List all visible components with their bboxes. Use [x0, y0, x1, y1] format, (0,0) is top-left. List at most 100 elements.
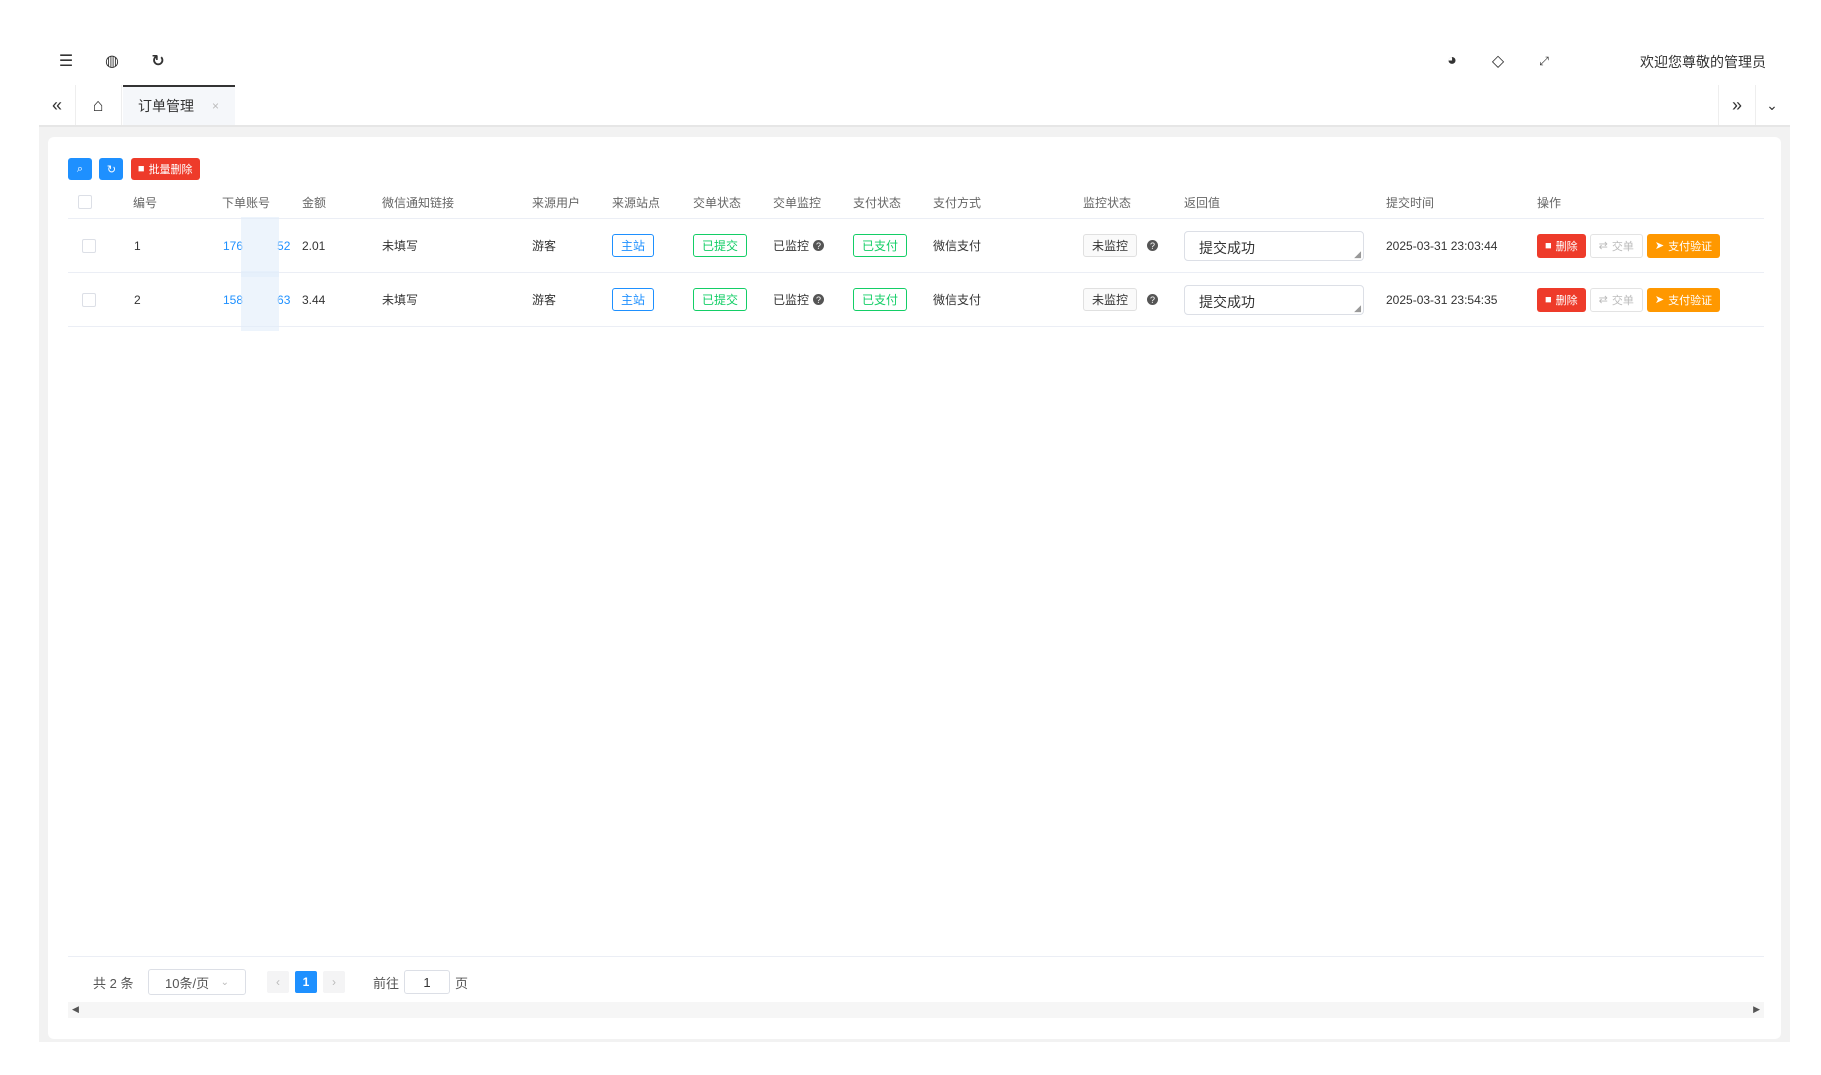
monitor-status: 未监控? [1083, 273, 1159, 326]
row-actions: ■ 删除 ⇄ 交单 ➤ 支付验证 [1537, 219, 1724, 272]
trash-icon: ■ [1545, 239, 1552, 252]
account-suffix: 52 [277, 238, 291, 253]
source-user: 游客 [532, 239, 557, 253]
redaction-overlay [241, 271, 279, 331]
col-monitor-status: 监控状态 [1083, 195, 1132, 210]
batch-delete-button[interactable]: ■ 批量删除 [130, 158, 200, 180]
wechat-link: 未填写 [382, 239, 419, 253]
source-site-tag: 主站 [612, 273, 655, 326]
scroll-left-arrow-icon[interactable]: ◀ [72, 1004, 79, 1015]
help-icon[interactable]: ? [813, 294, 825, 305]
submit-status-tag: 已提交 [693, 219, 748, 272]
welcome-text[interactable]: 欢迎您尊敬的管理员 [1640, 52, 1766, 72]
submit-time: 2025-03-31 23:03:44 [1386, 238, 1498, 253]
prev-page-button[interactable]: ‹ [267, 957, 289, 1007]
table-header: 编号 下单账号 金额 微信通知链接 来源用户 来源站点 交单状态 交单监控 支付… [68, 186, 1764, 219]
order-id: 1 [134, 238, 141, 253]
source-site-tag: 主站 [612, 219, 655, 272]
next-page-button[interactable]: › [323, 957, 345, 1007]
order-id: 2 [134, 292, 141, 307]
refresh-icon: ↻ [106, 163, 117, 176]
col-source-site: 来源站点 [612, 195, 661, 210]
pagination: 共 2 条 10条/页 ⌄ ‹ 1 › 前往 1 页 [68, 956, 1764, 1007]
top-header: ☰ ◍ ↻ ◕ ◇ ⤢ 欢迎您尊敬的管理员 [39, 35, 1790, 86]
goto-page-input[interactable]: 1 [404, 970, 451, 994]
page-size-select[interactable]: 10条/页 ⌄ [148, 957, 246, 1007]
monitor-status: 未监控? [1083, 219, 1159, 272]
verify-payment-button[interactable]: ➤ 支付验证 [1646, 233, 1721, 258]
reset-button[interactable]: ↻ [99, 158, 124, 180]
col-submit-time: 提交时间 [1386, 195, 1435, 210]
col-return-value: 返回值 [1184, 195, 1221, 210]
goto-page: 前往 1 页 [373, 957, 468, 1007]
send-icon: ➤ [1654, 240, 1665, 252]
row-checkbox[interactable] [82, 273, 96, 326]
delete-button[interactable]: ■ 删除 [1537, 233, 1586, 258]
chevron-down-icon[interactable]: ⌄ [1754, 85, 1790, 125]
submit-time: 2025-03-31 23:54:35 [1386, 292, 1498, 307]
order-amount: 3.44 [302, 292, 326, 307]
refresh-icon[interactable]: ↻ [148, 51, 168, 71]
submit-status-tag: 已提交 [693, 273, 748, 326]
fullscreen-icon[interactable]: ⤢ [1534, 51, 1554, 71]
chevron-right-icon: › [323, 971, 345, 993]
return-value-field[interactable]: 提交成功 ◢ [1184, 219, 1364, 272]
search-button[interactable]: ⌕ [68, 158, 92, 180]
row-actions: ■ 删除 ⇄ 交单 ➤ 支付验证 [1537, 273, 1724, 326]
tab-bar: « ⌂ 订单管理 × » ⌄ [39, 85, 1790, 127]
order-account[interactable]: 176 52 [223, 217, 293, 277]
chevron-down-icon: ⌄ [220, 976, 229, 988]
col-wechat-link: 微信通知链接 [382, 195, 455, 210]
pay-method: 微信支付 [933, 239, 982, 253]
search-icon: ⌕ [76, 162, 84, 175]
scroll-left-icon[interactable]: « [39, 85, 76, 125]
tag-icon[interactable]: ◇ [1488, 51, 1508, 71]
help-icon[interactable]: ? [1147, 294, 1159, 305]
submit-monitor: 已监控? [773, 219, 825, 272]
scroll-right-icon[interactable]: » [1718, 85, 1756, 125]
send-icon: ➤ [1654, 294, 1665, 306]
tab-order-management[interactable]: 订单管理 × [123, 85, 235, 125]
verify-payment-button[interactable]: ➤ 支付验证 [1646, 287, 1721, 312]
col-submit-status: 交单状态 [693, 195, 742, 210]
table-row: 1 176 52 2.01 未填写 游客 主站 已提交 已监控? 已支付 微信支… [68, 217, 1764, 277]
col-source-user: 来源用户 [532, 195, 581, 210]
col-pay-status: 支付状态 [853, 195, 902, 210]
switch-icon: ⇄ [1598, 294, 1608, 306]
help-icon[interactable]: ? [813, 240, 825, 251]
col-id: 编号 [133, 195, 158, 210]
delete-button[interactable]: ■ 删除 [1537, 287, 1586, 312]
select-all-checkbox[interactable] [78, 186, 92, 218]
page-number[interactable]: 1 [295, 957, 317, 1007]
switch-icon: ⇄ [1598, 240, 1608, 252]
horizontal-scrollbar[interactable]: ◀ ▶ [68, 1002, 1764, 1018]
submit-order-button[interactable]: ⇄ 交单 [1589, 287, 1643, 312]
order-account[interactable]: 158 63 [223, 271, 293, 331]
chevron-left-icon: ‹ [267, 971, 289, 993]
menu-fold-icon[interactable]: ☰ [56, 51, 76, 71]
col-amount: 金额 [302, 195, 327, 210]
scroll-right-arrow-icon[interactable]: ▶ [1753, 1004, 1760, 1015]
order-amount: 2.01 [302, 238, 326, 253]
home-icon[interactable]: ⌂ [75, 85, 122, 125]
source-user: 游客 [532, 293, 557, 307]
redaction-overlay [241, 217, 279, 277]
pay-method: 微信支付 [933, 293, 982, 307]
return-value-field[interactable]: 提交成功 ◢ [1184, 273, 1364, 326]
help-icon[interactable]: ? [1147, 240, 1159, 251]
pay-status-tag: 已支付 [853, 273, 908, 326]
account-suffix: 63 [277, 292, 291, 307]
col-actions: 操作 [1537, 195, 1562, 210]
goto-prefix: 前往 [373, 975, 400, 991]
col-pay-method: 支付方式 [933, 195, 982, 210]
goto-suffix: 页 [455, 975, 469, 991]
palette-icon[interactable]: ◕ [1442, 51, 1462, 71]
batch-delete-label: 批量删除 [148, 164, 193, 176]
col-submit-monitor: 交单监控 [773, 195, 822, 210]
globe-icon[interactable]: ◍ [102, 51, 122, 71]
row-checkbox[interactable] [82, 219, 96, 272]
table-row: 2 158 63 3.44 未填写 游客 主站 已提交 已监控? 已支付 微信支… [68, 271, 1764, 331]
submit-order-button[interactable]: ⇄ 交单 [1589, 233, 1643, 258]
tab-close-icon[interactable]: × [212, 99, 219, 113]
col-account: 下单账号 [222, 195, 271, 210]
